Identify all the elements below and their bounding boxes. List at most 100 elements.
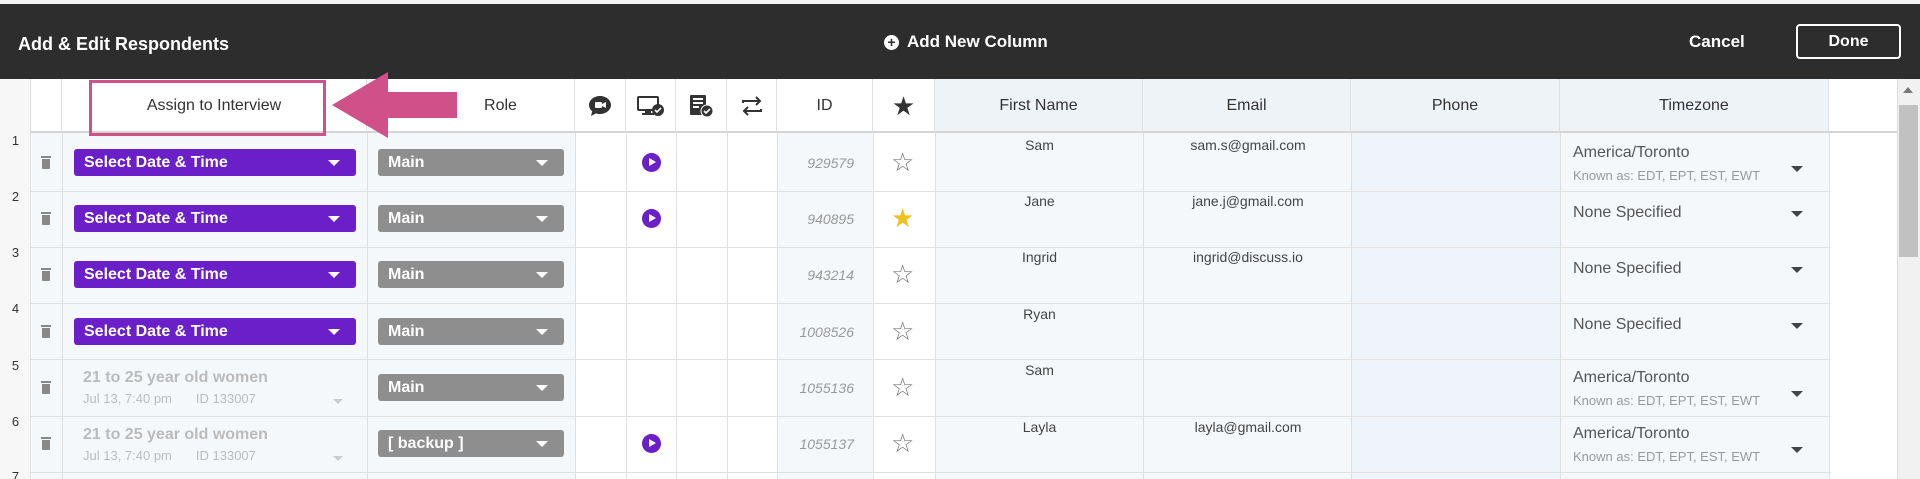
timezone-dropdown[interactable]: America/Toronto Known as: EDT, EPT, EST, … bbox=[1573, 369, 1803, 408]
caret-down-icon bbox=[1791, 166, 1803, 172]
assigned-interview-meta: Jul 13, 7:40 pm ID 133007 bbox=[83, 448, 353, 463]
star-outline-icon[interactable]: ☆ bbox=[891, 430, 914, 456]
header-email[interactable]: Email bbox=[1143, 79, 1351, 133]
respondent-id: 940895 bbox=[807, 211, 854, 227]
assigned-interview-id: ID 133007 bbox=[195, 448, 256, 463]
row-divider bbox=[31, 303, 1831, 304]
header-first-name[interactable]: First Name bbox=[935, 79, 1143, 133]
trash-icon[interactable] bbox=[40, 325, 52, 339]
email-cell[interactable]: jane.j@gmail.com bbox=[1144, 193, 1352, 209]
email-cell[interactable]: ingrid@discuss.io bbox=[1144, 249, 1352, 265]
first-name-cell[interactable]: Sam bbox=[936, 362, 1143, 378]
row-divider bbox=[31, 191, 1831, 192]
role-label: Main bbox=[388, 266, 425, 283]
header-chat[interactable] bbox=[575, 79, 626, 133]
star-filled-icon[interactable]: ★ bbox=[891, 205, 914, 231]
respondents-grid: Assign to Interview Role ID ★ First Name… bbox=[0, 79, 1920, 479]
assigned-interview-dropdown[interactable]: 21 to 25 year old women Jul 13, 7:40 pm I… bbox=[83, 426, 353, 463]
chat-icon bbox=[589, 95, 611, 116]
trash-icon[interactable] bbox=[40, 268, 52, 282]
header-delete bbox=[31, 79, 62, 133]
row-number: 5 bbox=[11, 358, 20, 373]
header-extra bbox=[1829, 79, 1897, 133]
header-screen[interactable] bbox=[626, 79, 676, 133]
row-number: 4 bbox=[11, 301, 20, 316]
select-date-time-dropdown[interactable]: Select Date & Time bbox=[74, 261, 356, 288]
first-name-cell[interactable]: Ryan bbox=[936, 306, 1143, 322]
add-new-column-label: Add New Column bbox=[907, 32, 1048, 51]
row-number: 3 bbox=[11, 245, 20, 260]
first-name-cell[interactable]: Jane bbox=[936, 193, 1143, 209]
timezone-dropdown[interactable]: America/Toronto Known as: EDT, EPT, EST, … bbox=[1573, 144, 1803, 183]
role-dropdown[interactable]: Main bbox=[378, 261, 564, 288]
role-label: Main bbox=[388, 210, 425, 227]
trash-icon[interactable] bbox=[40, 212, 52, 226]
header-id[interactable]: ID bbox=[777, 79, 873, 133]
col-divider bbox=[626, 133, 627, 479]
timezone-dropdown[interactable]: None Specified bbox=[1573, 316, 1803, 334]
scrollbar-thumb[interactable] bbox=[1899, 105, 1918, 257]
select-date-time-dropdown[interactable]: Select Date & Time bbox=[74, 149, 356, 176]
role-dropdown[interactable]: Main bbox=[378, 318, 564, 345]
col-divider bbox=[575, 133, 576, 479]
star-outline-icon[interactable]: ☆ bbox=[891, 374, 914, 400]
caret-down-icon bbox=[536, 329, 548, 335]
first-name-cell[interactable]: Sam bbox=[936, 137, 1143, 153]
row-number: 2 bbox=[11, 189, 20, 204]
form-check-icon bbox=[690, 94, 714, 118]
play-icon[interactable] bbox=[642, 209, 661, 228]
star-outline-icon[interactable]: ☆ bbox=[891, 149, 914, 175]
star-outline-icon[interactable]: ☆ bbox=[891, 318, 914, 344]
header-first-name-label: First Name bbox=[999, 97, 1078, 114]
cancel-button[interactable]: Cancel bbox=[1689, 32, 1745, 52]
header-id-label: ID bbox=[816, 97, 833, 114]
role-dropdown[interactable]: Main bbox=[378, 205, 564, 232]
row-number: 1 bbox=[11, 133, 20, 148]
caret-down-icon bbox=[536, 272, 548, 278]
pointer-arrow-icon bbox=[332, 72, 457, 138]
done-button[interactable]: Done bbox=[1796, 24, 1901, 59]
email-cell[interactable]: layla@gmail.com bbox=[1144, 419, 1352, 435]
role-dropdown[interactable]: [ backup ] bbox=[378, 430, 564, 457]
trash-icon[interactable] bbox=[40, 437, 52, 451]
timezone-dropdown[interactable]: America/Toronto Known as: EDT, EPT, EST, … bbox=[1573, 425, 1803, 464]
col-divider bbox=[367, 133, 368, 479]
header-star[interactable]: ★ bbox=[873, 79, 935, 133]
assigned-interview-dropdown[interactable]: 21 to 25 year old women Jul 13, 7:40 pm I… bbox=[83, 369, 353, 406]
select-date-time-label: Select Date & Time bbox=[84, 154, 228, 171]
header-swap[interactable] bbox=[727, 79, 777, 133]
trash-icon[interactable] bbox=[40, 156, 52, 170]
header-role-label: Role bbox=[484, 97, 517, 114]
first-name-cell[interactable]: Ingrid bbox=[936, 249, 1143, 265]
email-cell[interactable]: sam.s@gmail.com bbox=[1144, 137, 1352, 153]
header-form[interactable] bbox=[676, 79, 727, 133]
role-dropdown[interactable]: Main bbox=[378, 149, 564, 176]
respondent-id: 929579 bbox=[807, 155, 854, 171]
scroll-up-arrow-icon[interactable] bbox=[1903, 87, 1913, 93]
timezone-dropdown[interactable]: None Specified bbox=[1573, 260, 1803, 278]
page-title: Add & Edit Respondents bbox=[18, 34, 229, 54]
role-label: [ backup ] bbox=[388, 435, 464, 452]
respondent-id: 1055136 bbox=[799, 380, 854, 396]
select-date-time-dropdown[interactable]: Select Date & Time bbox=[74, 205, 356, 232]
timezone-value: None Specified bbox=[1573, 260, 1682, 277]
play-icon[interactable] bbox=[642, 153, 661, 172]
col-divider bbox=[777, 133, 778, 479]
trash-icon[interactable] bbox=[40, 381, 52, 395]
star-outline-icon[interactable]: ☆ bbox=[891, 261, 914, 287]
play-icon[interactable] bbox=[642, 434, 661, 453]
header-timezone[interactable]: Timezone bbox=[1560, 79, 1829, 133]
select-date-time-dropdown[interactable]: Select Date & Time bbox=[74, 318, 356, 345]
first-name-cell[interactable]: Layla bbox=[936, 419, 1143, 435]
col-divider bbox=[873, 133, 874, 479]
caret-down-icon bbox=[536, 216, 548, 222]
timezone-dropdown[interactable]: None Specified bbox=[1573, 204, 1803, 222]
header-phone[interactable]: Phone bbox=[1351, 79, 1560, 133]
add-new-column-button[interactable]: + Add New Column bbox=[884, 32, 1048, 52]
col-divider bbox=[1560, 133, 1561, 479]
role-dropdown[interactable]: Main bbox=[378, 374, 564, 401]
assigned-interview-title: 21 to 25 year old women bbox=[83, 369, 268, 386]
caret-down-icon bbox=[1791, 211, 1803, 217]
caret-down-icon bbox=[328, 160, 340, 166]
caret-down-icon bbox=[536, 385, 548, 391]
